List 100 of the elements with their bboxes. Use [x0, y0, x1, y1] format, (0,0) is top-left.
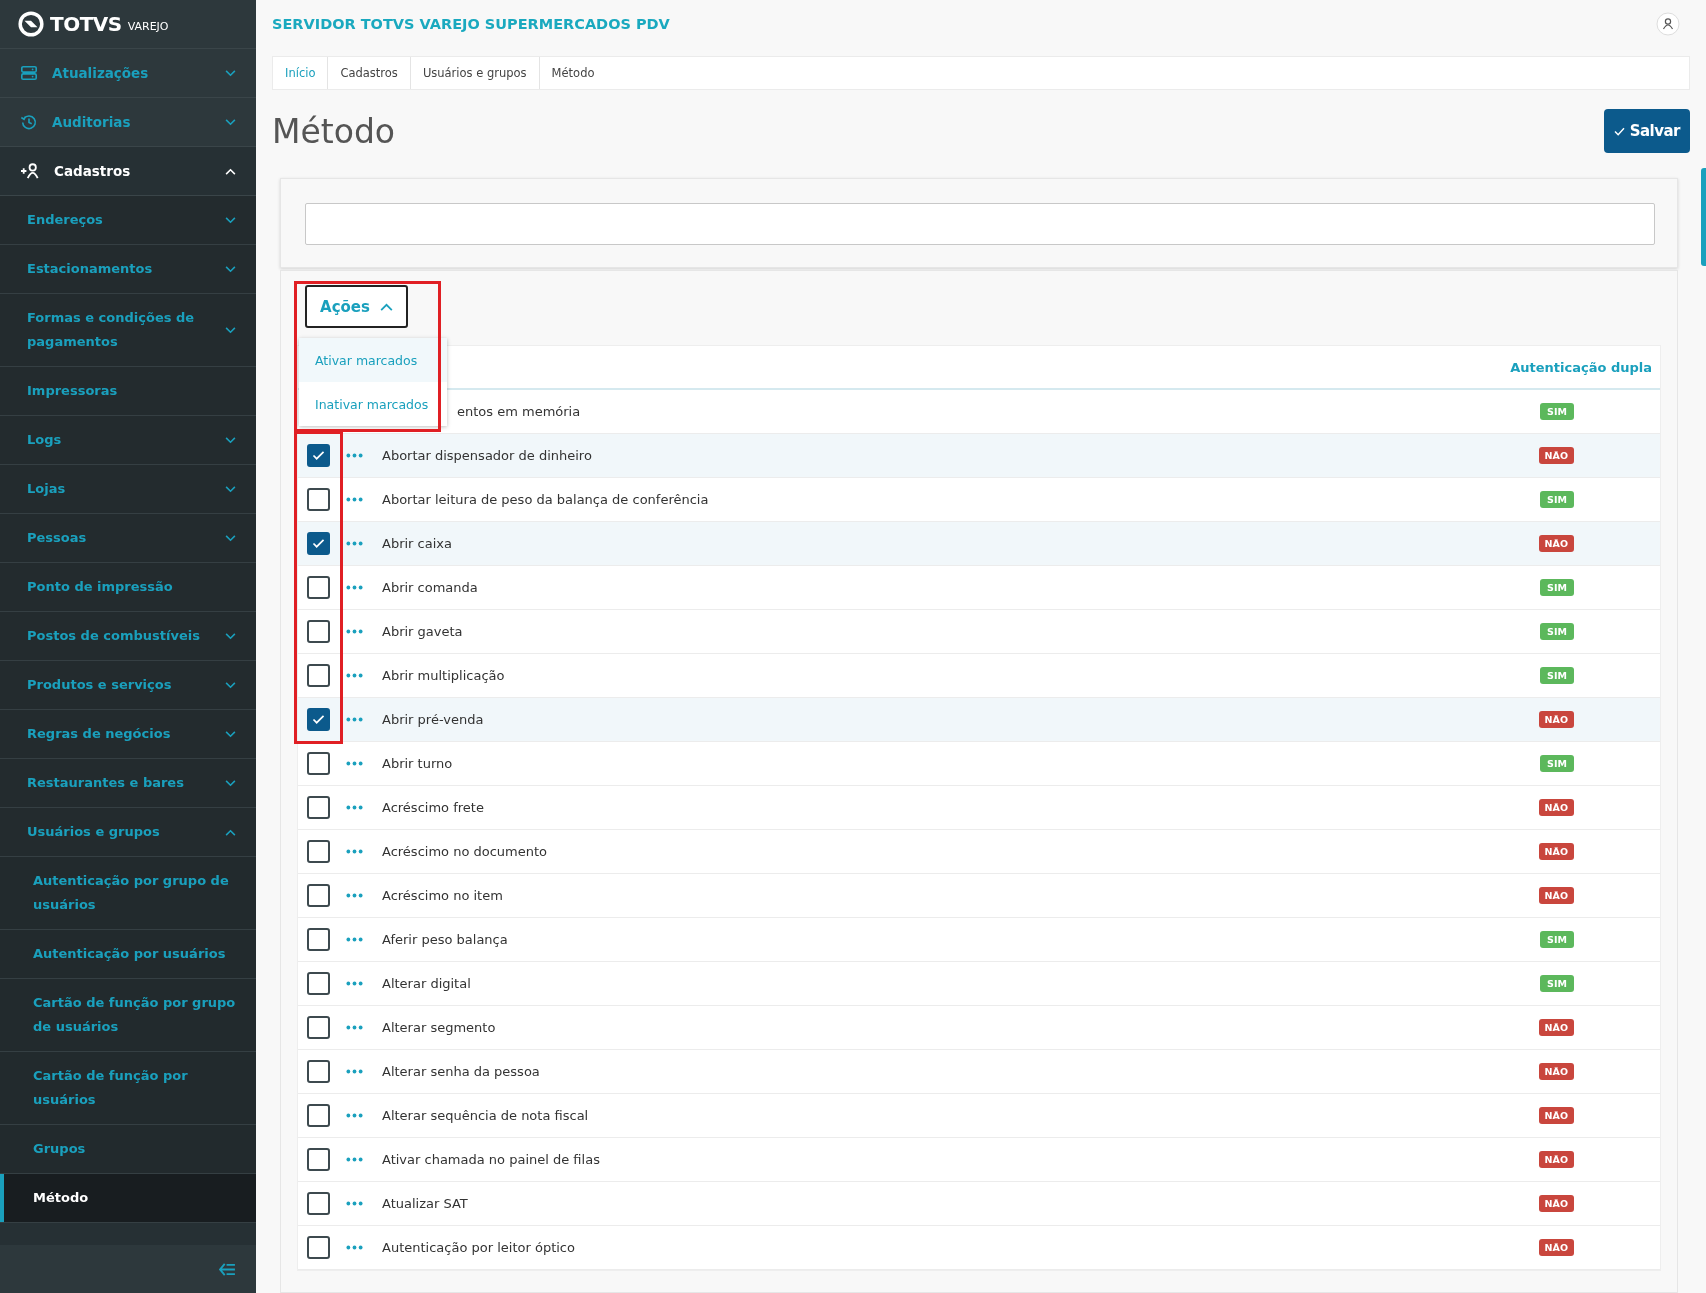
- status-badge: SIM: [1540, 403, 1574, 420]
- column-header[interactable]: Autenticação dupla: [1510, 359, 1652, 375]
- table-cell-text: Abortar leitura de peso da balança de conferência: [382, 492, 710, 507]
- table-cell-text: Ativar chamada no painel de filas: [382, 1152, 601, 1167]
- status-badge: NÃO: [1538, 799, 1574, 816]
- checkbox[interactable]: [307, 928, 330, 951]
- menu-item[interactable]: Autenticação por usuários: [0, 930, 256, 979]
- menu-item[interactable]: Auditorias: [0, 98, 256, 147]
- user-avatar-icon[interactable]: [1656, 12, 1680, 36]
- menu-item[interactable]: Cartão de função por usuários: [0, 1052, 256, 1125]
- menu-item[interactable]: Regras de negócios: [0, 710, 256, 759]
- menu-option[interactable]: Inativar marcados: [299, 382, 447, 426]
- table-cell-text: Alterar digital: [382, 976, 472, 991]
- more-options-icon[interactable]: [346, 1025, 363, 1030]
- status-badge: NÃO: [1538, 447, 1574, 464]
- breadcrumb-link[interactable]: Usuários e grupos: [410, 57, 540, 89]
- more-options-icon[interactable]: [346, 629, 363, 634]
- more-options-icon[interactable]: [346, 453, 363, 458]
- status-badge: SIM: [1540, 491, 1574, 508]
- status-badge: SIM: [1540, 755, 1574, 772]
- menu-item[interactable]: Atualizações: [0, 49, 256, 98]
- checkbox[interactable]: [307, 1016, 330, 1039]
- table-cell-text: Abrir turno: [382, 756, 454, 771]
- more-options-icon[interactable]: [346, 1245, 363, 1250]
- more-options-icon[interactable]: [346, 981, 363, 986]
- checkbox[interactable]: [307, 1236, 330, 1259]
- history-icon: [20, 113, 38, 131]
- more-options-icon[interactable]: [346, 1113, 363, 1118]
- menu-item[interactable]: Cartão de função por grupo de usuários: [0, 979, 256, 1052]
- status-badge: SIM: [1540, 931, 1574, 948]
- status-badge: NÃO: [1538, 535, 1574, 552]
- checkbox[interactable]: [307, 972, 330, 995]
- collapse-menu-icon[interactable]: [219, 1262, 236, 1276]
- add-user-icon: [20, 162, 40, 180]
- checkbox[interactable]: [307, 796, 330, 819]
- checkbox[interactable]: [307, 752, 330, 775]
- checkbox[interactable]: [307, 576, 330, 599]
- status-badge: NÃO: [1538, 843, 1574, 860]
- breadcrumb-link[interactable]: Cadastros: [328, 57, 411, 89]
- actions-button[interactable]: Ações: [305, 285, 408, 328]
- status-badge: NÃO: [1538, 1151, 1574, 1168]
- checkbox[interactable]: [307, 532, 330, 555]
- checkbox[interactable]: [307, 620, 330, 643]
- more-options-icon[interactable]: [346, 805, 363, 810]
- more-options-icon[interactable]: [346, 717, 363, 722]
- checkbox[interactable]: [307, 840, 330, 863]
- table-cell-text: Abrir comanda: [382, 580, 479, 595]
- menu-item[interactable]: Autenticação por grupo de usuários: [0, 857, 256, 930]
- more-options-icon[interactable]: [346, 893, 363, 898]
- chevron-icon: [225, 167, 236, 175]
- menu-item[interactable]: Usuários e grupos: [0, 808, 256, 857]
- menu-item[interactable]: Ponto de impressão: [0, 563, 256, 612]
- more-options-icon[interactable]: [346, 1069, 363, 1074]
- table-cell-text: Alterar sequência de nota fiscal: [382, 1108, 590, 1123]
- menu-item[interactable]: Pessoas: [0, 514, 256, 563]
- status-badge: NÃO: [1538, 1107, 1574, 1124]
- menu-item[interactable]: Restaurantes e bares: [0, 759, 256, 808]
- more-options-icon[interactable]: [346, 585, 363, 590]
- checkbox[interactable]: [307, 1104, 330, 1127]
- more-options-icon[interactable]: [346, 849, 363, 854]
- more-options-icon[interactable]: [346, 937, 363, 942]
- table-cell-text: Aferir peso balança: [382, 932, 509, 947]
- menu-item[interactable]: Endereços: [0, 196, 256, 245]
- menu-item[interactable]: Impressoras: [0, 367, 256, 416]
- menu-item[interactable]: Produtos e serviços: [0, 661, 256, 710]
- save-button[interactable]: Salvar: [1603, 109, 1690, 153]
- status-badge: SIM: [1540, 623, 1574, 640]
- check-icon: [1613, 126, 1625, 136]
- checkbox[interactable]: [307, 1192, 330, 1215]
- checkbox[interactable]: [307, 1060, 330, 1083]
- checkbox[interactable]: [307, 664, 330, 687]
- more-options-icon[interactable]: [346, 541, 363, 546]
- menu-item[interactable]: Grupos: [0, 1125, 256, 1174]
- more-options-icon[interactable]: [346, 497, 363, 502]
- checkbox[interactable]: [307, 1148, 330, 1171]
- chevron-icon: [225, 118, 236, 126]
- breadcrumb-link[interactable]: Método: [539, 57, 607, 89]
- menu-item[interactable]: Logs: [0, 416, 256, 465]
- checkbox[interactable]: [307, 488, 330, 511]
- menu-item[interactable]: Postos de combustíveis: [0, 612, 256, 661]
- more-options-icon[interactable]: [346, 1201, 363, 1206]
- filter-field[interactable]: [305, 203, 1655, 245]
- check-icon: [312, 450, 325, 461]
- menu-item[interactable]: Método: [0, 1174, 256, 1223]
- menu-item[interactable]: Estacionamentos: [0, 245, 256, 294]
- checkbox[interactable]: [307, 884, 330, 907]
- more-options-icon[interactable]: [346, 673, 363, 678]
- checkbox[interactable]: [307, 444, 330, 467]
- brand-name: TOTVS: [50, 12, 122, 36]
- checkbox[interactable]: [307, 708, 330, 731]
- breadcrumb-link[interactable]: Início: [273, 57, 329, 89]
- table-cell-text: Autenticação por leitor óptico: [382, 1240, 576, 1255]
- menu-option[interactable]: Ativar marcados: [299, 338, 447, 382]
- menu-item[interactable]: Formas e condições de pagamentos: [0, 294, 256, 367]
- menu-item[interactable]: Lojas: [0, 465, 256, 514]
- table-cell-text: Atualizar SAT: [382, 1196, 469, 1211]
- table-cell-text: entos em memória: [457, 404, 582, 419]
- more-options-icon[interactable]: [346, 1157, 363, 1162]
- scrollbar[interactable]: [1701, 168, 1706, 266]
- more-options-icon[interactable]: [346, 761, 363, 766]
